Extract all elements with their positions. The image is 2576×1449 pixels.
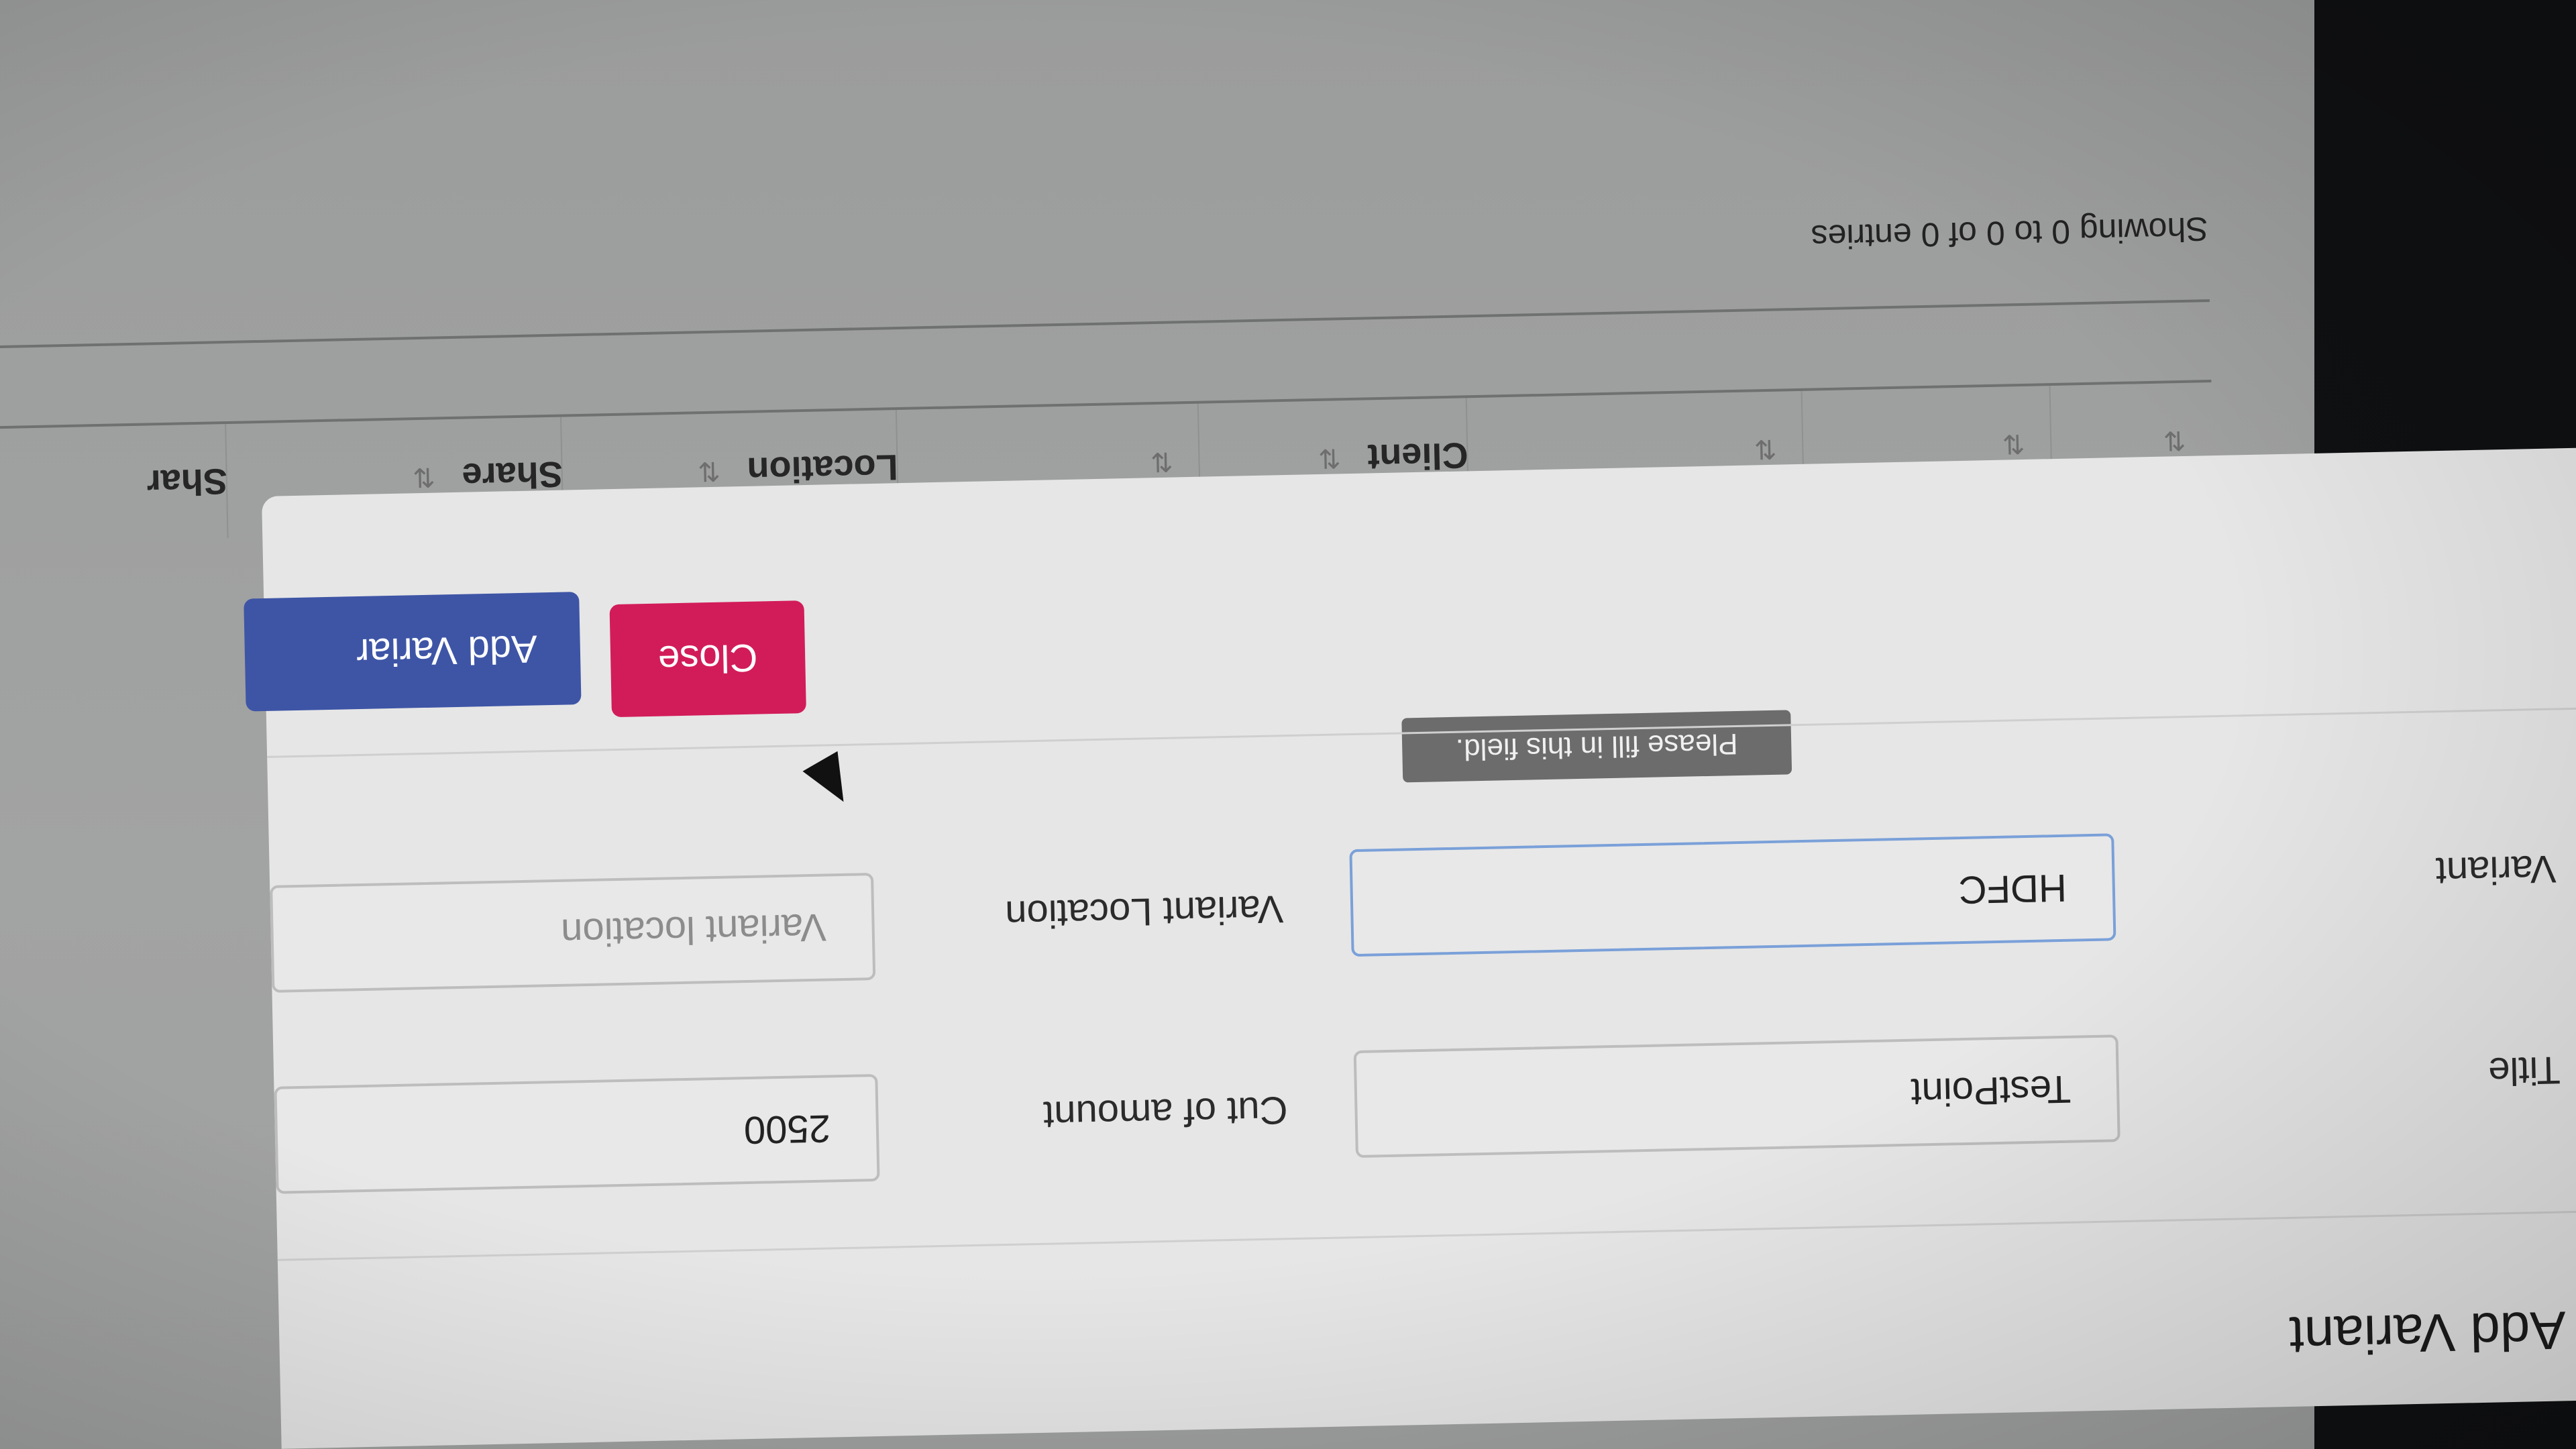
title-label: Title [2487, 1048, 2561, 1093]
sort-icon: ⇅ [1754, 433, 1777, 464]
sort-icon: ⇅ [1150, 446, 1174, 477]
table-body-rule [0, 299, 2210, 350]
variant-location-input[interactable]: Variant location [270, 873, 876, 993]
add-variant-button[interactable]: Add Variar [244, 592, 582, 712]
modal-title: Add Variant [2288, 1300, 2567, 1366]
sort-icon: ⇅ [2163, 425, 2186, 455]
cut-of-amount-input[interactable]: 2500 [274, 1073, 880, 1194]
column-label: Shar [146, 461, 228, 503]
variant-location-label: Variant Location [1004, 887, 1284, 936]
sort-icon: ⇅ [1318, 443, 1341, 473]
add-variant-modal: Add Variant Title TestPoint Cut of amoun… [244, 447, 2576, 1449]
modal-header-divider [277, 1210, 2576, 1261]
title-input[interactable]: TestPoint [1353, 1034, 2121, 1159]
table-header-share-2[interactable]: Shar [0, 424, 229, 543]
table-info: Showing 0 to 0 of 0 entries [1811, 210, 2209, 256]
sort-icon: ⇅ [2002, 428, 2025, 459]
validation-tooltip: Please fill in this field. [1401, 710, 1792, 783]
photo-stage: ⇅ ⇅ ⇅ Client ⇅ ⇅ Location ⇅ Share ⇅ Shar… [0, 0, 2576, 1449]
variant-input[interactable]: HDFC [1349, 833, 2116, 957]
variant-label: Variant [2435, 847, 2557, 894]
sort-icon: ⇅ [697, 455, 721, 486]
cut-of-amount-label: Cut of amount [1042, 1088, 1289, 1137]
close-button[interactable]: Close [609, 600, 806, 718]
sort-icon: ⇅ [412, 462, 436, 492]
